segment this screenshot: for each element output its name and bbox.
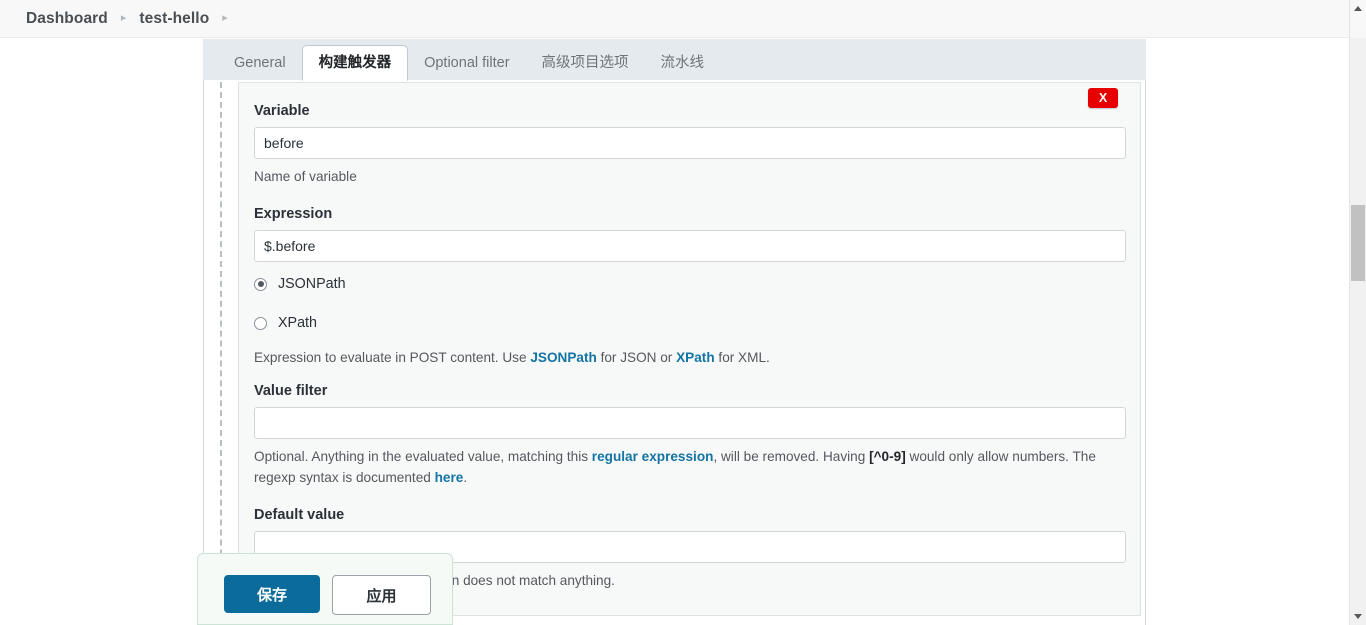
variable-field-group: Variable Name of variable [254,103,1126,187]
breadcrumb: Dashboard ▸ test-hello ▸ [0,0,1350,38]
radio-xpath[interactable]: XPath [254,311,1126,335]
variable-label: Variable [254,103,310,119]
breadcrumb-separator-icon: ▸ [120,12,127,24]
expression-help-mid: for JSON or [596,350,677,365]
save-button[interactable]: 保存 [224,575,320,613]
scrollbar-thumb[interactable] [1351,205,1365,281]
expression-help-prefix: Expression to evaluate in POST content. … [254,350,531,365]
breadcrumb-separator-icon-2: ▸ [222,12,228,24]
value-filter-help-1: Optional. Anything in the evaluated valu… [254,449,592,464]
value-filter-label: Value filter [254,383,328,399]
value-filter-help-4: . [463,470,468,485]
radio-jsonpath-dot[interactable] [254,277,267,291]
value-filter-input[interactable] [254,407,1126,439]
scrollbar-up-arrow-icon[interactable] [1350,0,1366,17]
value-filter-help-text: Optional. Anything in the evaluated valu… [254,446,1126,488]
breadcrumb-item-dashboard[interactable]: Dashboard [26,10,108,28]
config-content-panel: X Variable Name of variable Expression J… [203,80,1146,625]
regular-expression-link[interactable]: regular expression [592,449,714,464]
tab-pipeline[interactable]: 流水线 [645,46,721,80]
tab-general[interactable]: General [218,46,302,80]
repeatable-block-guide [220,82,222,625]
expression-input[interactable] [254,230,1126,262]
breadcrumb-item-test-hello[interactable]: test-hello [139,10,209,28]
tab-advanced-project-options[interactable]: 高级项目选项 [526,46,645,80]
expression-help-text: Expression to evaluate in POST content. … [254,347,1126,368]
expression-help-suffix: for XML. [714,350,770,365]
post-content-parameter-block: X Variable Name of variable Expression J… [238,82,1141,616]
value-filter-help-2: , will be removed. Having [713,449,870,464]
expression-label: Expression [254,206,333,222]
value-filter-regex-example: [^0-9] [869,449,906,464]
config-save-bar: 保存 应用 [197,553,453,625]
variable-input[interactable] [254,127,1126,159]
expression-field-group: Expression JSONPath XPath Expression to … [254,206,1126,368]
radio-jsonpath-label: JSONPath [278,276,346,292]
radio-xpath-dot[interactable] [254,316,267,330]
tab-optional-filter[interactable]: Optional filter [408,46,525,80]
page-root: Dashboard ▸ test-hello ▸ General 构建触发器 O… [0,0,1366,625]
default-value-label: Default value [254,507,345,523]
radio-xpath-label: XPath [278,315,317,331]
apply-button[interactable]: 应用 [332,575,431,615]
page-scrollbar[interactable] [1349,0,1366,625]
scrollbar-down-arrow-icon[interactable] [1350,608,1366,625]
here-link[interactable]: here [435,470,464,485]
value-filter-field-group: Value filter Optional. Anything in the e… [254,383,1126,488]
variable-help-text: Name of variable [254,169,357,184]
radio-jsonpath[interactable]: JSONPath [254,272,1126,296]
tab-build-triggers[interactable]: 构建触发器 [301,45,409,81]
config-tabbar: General 构建触发器 Optional filter 高级项目选项 流水线 [203,39,1146,81]
jsonpath-link[interactable]: JSONPath [530,350,596,365]
xpath-link[interactable]: XPath [676,350,715,365]
